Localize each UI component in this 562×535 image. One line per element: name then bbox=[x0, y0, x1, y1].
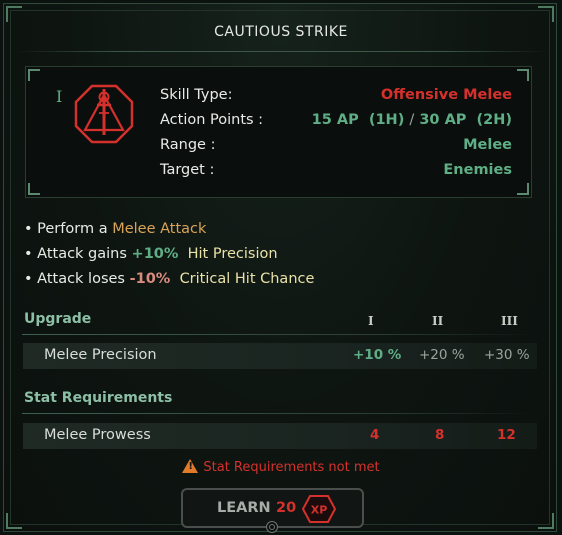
stat-label: Skill Type: bbox=[160, 87, 233, 103]
stat-action-points: Action Points : 15 AP (1H) / 30 AP (2H) bbox=[160, 112, 512, 134]
effect-prefix: • Attack gains bbox=[24, 246, 132, 262]
stat-value: Melee bbox=[463, 137, 512, 153]
stat-label: Action Points : bbox=[160, 112, 264, 128]
frame-corner bbox=[538, 513, 554, 529]
stat-skill-type: Skill Type: Offensive Melee bbox=[160, 87, 512, 109]
effect-highlight: Melee Attack bbox=[112, 221, 207, 237]
tier-label: II bbox=[432, 314, 444, 328]
upgrade-value-tier-1: +10 % bbox=[353, 347, 402, 363]
xp-label: XP bbox=[311, 504, 328, 517]
melee-strike-icon bbox=[74, 84, 134, 144]
skill-info-box: I Skill Type: Offensive Melee Action Poi… bbox=[25, 66, 532, 198]
stat-value: Enemies bbox=[443, 162, 512, 178]
tier-label: III bbox=[501, 314, 518, 328]
upgrade-row: Melee Precision +10 % +20 % +30 % bbox=[23, 343, 537, 369]
frame-corner bbox=[6, 513, 22, 529]
learn-cost: 20 bbox=[276, 500, 297, 516]
requirement-value-tier-1: 4 bbox=[370, 427, 380, 443]
effect-line: • Attack gains +10% Hit Precision bbox=[24, 246, 278, 262]
stat-value: 15 AP (1H) / 30 AP (2H) bbox=[312, 112, 512, 128]
ap-one-hand: 15 AP (1H) bbox=[311, 112, 405, 128]
warning-text: Stat Requirements not met bbox=[203, 460, 380, 475]
effect-highlight: Hit Precision bbox=[187, 246, 278, 262]
box-corner bbox=[517, 69, 529, 81]
skill-rank: I bbox=[56, 87, 63, 106]
skill-title: CAUTIOUS STRIKE bbox=[214, 24, 348, 40]
requirement-value-tier-2: 8 bbox=[435, 427, 445, 443]
frame-corner bbox=[538, 6, 554, 22]
stat-target: Target : Enemies bbox=[160, 162, 512, 184]
box-corner bbox=[517, 183, 529, 195]
requirements-warning: ! Stat Requirements not met bbox=[0, 459, 562, 475]
ap-separator: / bbox=[409, 112, 415, 128]
effect-prefix: • Perform a bbox=[24, 221, 113, 237]
requirement-row: Melee Prowess 4 8 12 bbox=[23, 423, 537, 449]
effect-amount: +10% bbox=[131, 246, 179, 262]
title-divider bbox=[15, 51, 547, 52]
requirement-row-label: Melee Prowess bbox=[44, 427, 151, 443]
effect-line: • Attack loses -10% Critical Hit Chance bbox=[24, 271, 314, 287]
stat-value: Offensive Melee bbox=[380, 87, 512, 103]
section-divider bbox=[22, 334, 536, 335]
effect-line: • Perform a Melee Attack bbox=[24, 221, 206, 237]
stat-range: Range : Melee bbox=[160, 137, 512, 159]
effect-prefix: • Attack loses bbox=[24, 271, 130, 287]
ap-two-hand: 30 AP (2H) bbox=[419, 112, 512, 128]
requirement-value-tier-3: 12 bbox=[497, 427, 516, 443]
xp-icon: XP bbox=[301, 495, 337, 523]
upgrade-title: Upgrade bbox=[24, 311, 92, 327]
warning-icon: ! bbox=[182, 459, 199, 473]
learn-label: LEARN bbox=[217, 500, 271, 516]
box-corner bbox=[28, 69, 40, 81]
stat-label: Target : bbox=[160, 162, 215, 178]
upgrade-value-tier-2: +20 % bbox=[419, 347, 465, 363]
stat-label: Range : bbox=[160, 137, 216, 153]
box-corner bbox=[28, 183, 40, 195]
requirements-section-header: Stat Requirements bbox=[24, 390, 538, 412]
section-divider bbox=[22, 413, 536, 414]
tier-label: I bbox=[368, 314, 374, 328]
frame-corner bbox=[6, 6, 22, 22]
requirements-title: Stat Requirements bbox=[24, 390, 173, 406]
upgrade-value-tier-3: +30 % bbox=[484, 347, 530, 363]
effect-amount: -10% bbox=[129, 271, 171, 287]
controller-button-icon bbox=[266, 521, 278, 533]
upgrade-section-header: Upgrade I II III bbox=[24, 311, 538, 333]
effect-highlight: Critical Hit Chance bbox=[179, 271, 315, 287]
upgrade-row-label: Melee Precision bbox=[44, 347, 157, 363]
